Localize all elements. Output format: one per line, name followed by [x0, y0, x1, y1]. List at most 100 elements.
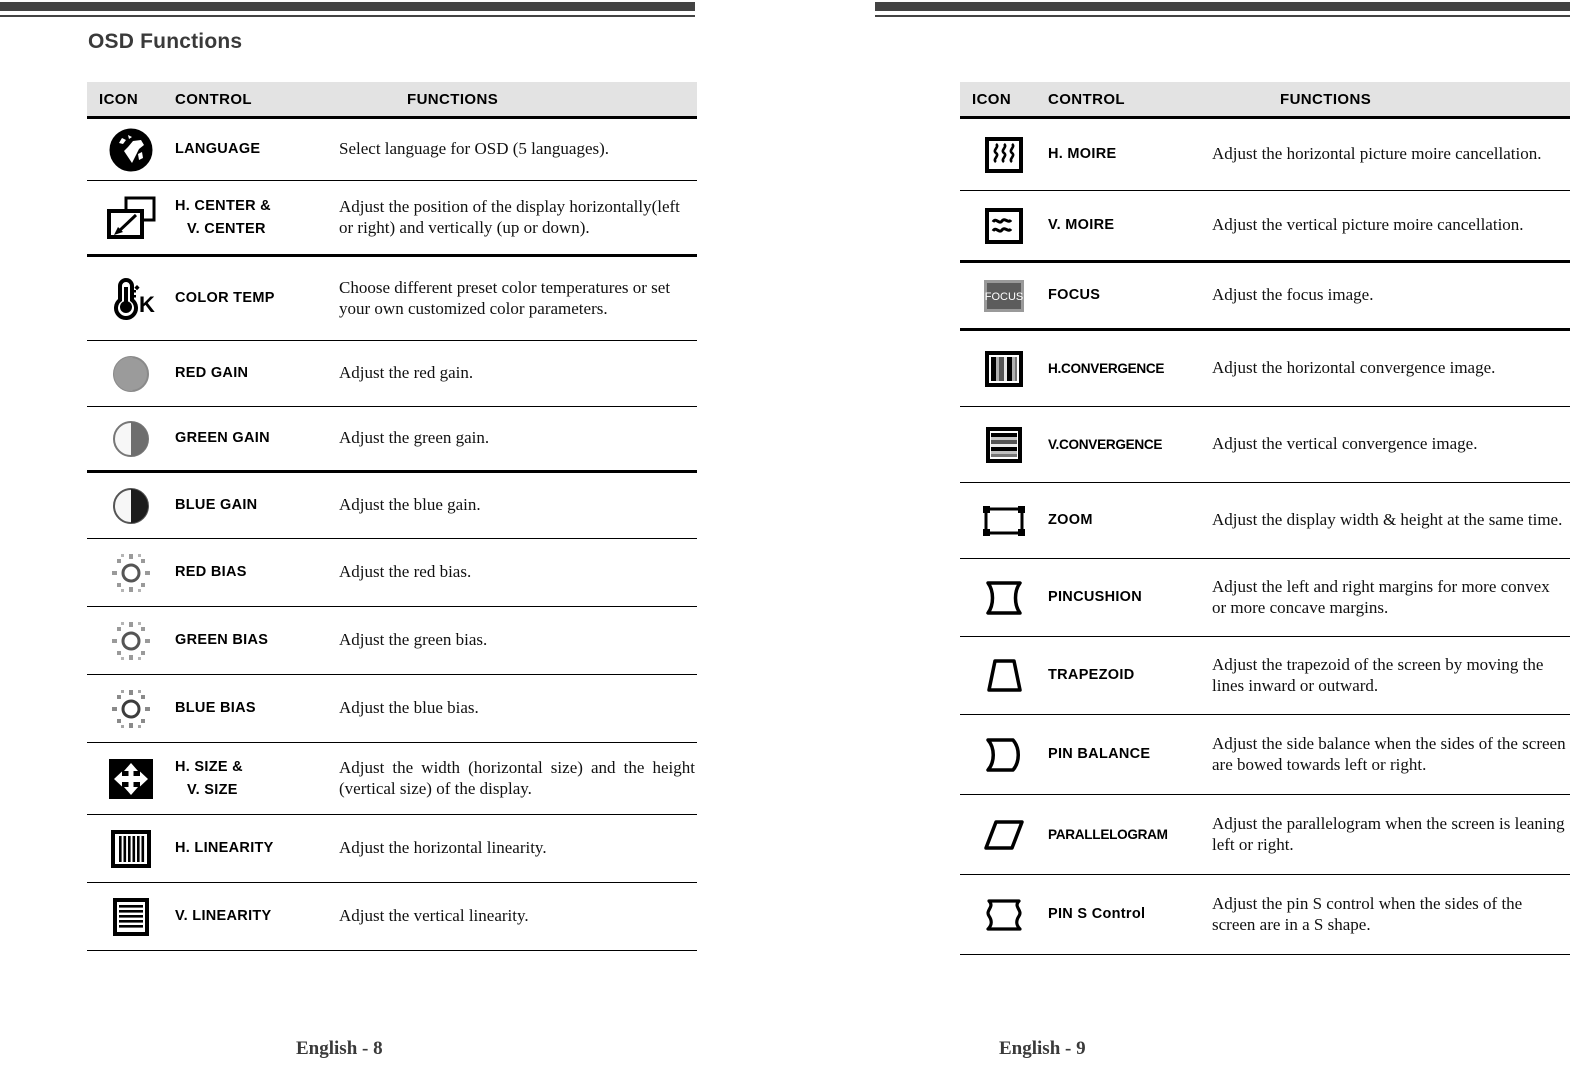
control-label-line1: H. LINEARITY	[175, 840, 274, 857]
control-label-line1: V. LINEARITY	[175, 908, 272, 925]
control-label: H. CENTER & V. CENTER	[175, 195, 335, 240]
control-label-line1: H. MOIRE	[1048, 146, 1117, 163]
function-description: Adjust the horizontal picture moire canc…	[1212, 144, 1542, 164]
control-label-line1: PIN S Control	[1048, 906, 1146, 923]
control-label-line1: H. SIZE &	[175, 759, 243, 776]
control-label: FOCUS	[1048, 284, 1208, 306]
table-row: FOCUS FOCUS Adjust the focus image.	[960, 263, 1570, 331]
page-top-rule-thin	[875, 15, 1570, 17]
page-top-rule-thick	[875, 2, 1570, 11]
control-label: GREEN GAIN	[175, 427, 335, 449]
table-row: H. SIZE & V. SIZE Adjust the width (hori…	[87, 743, 697, 815]
column-header-functions: FUNCTIONS	[1280, 90, 1372, 108]
control-label-line1: GREEN GAIN	[175, 430, 270, 447]
focus-box-icon: FOCUS	[960, 278, 1048, 314]
pin-s-control-icon	[960, 896, 1048, 934]
table-row: BLUE BIAS Adjust the blue bias.	[87, 675, 697, 743]
column-header-functions: FUNCTIONS	[407, 90, 499, 108]
control-label: PIN BALANCE	[1048, 743, 1208, 765]
control-label: PIN S Control	[1048, 903, 1208, 925]
control-label-line1: LANGUAGE	[175, 141, 261, 158]
function-description: Adjust the red bias.	[339, 562, 472, 582]
control-label: V.CONVERGENCE	[1048, 434, 1208, 455]
control-label: H. SIZE & V. SIZE	[175, 756, 335, 801]
table-row: PIN S Control Adjust the pin S control w…	[960, 875, 1570, 955]
table-row: RED GAIN Adjust the red gain.	[87, 341, 697, 407]
control-label-line1: TRAPEZOID	[1048, 667, 1135, 684]
zoom-rect-icon	[960, 503, 1048, 539]
function-description: Adjust the blue bias.	[339, 698, 479, 718]
control-label-line1: ZOOM	[1048, 512, 1093, 529]
control-label: PARALLELOGRAM	[1048, 824, 1208, 845]
control-label-line2: V. SIZE	[187, 781, 238, 798]
column-header-control: CONTROL	[175, 90, 252, 108]
control-label: RED BIAS	[175, 561, 335, 583]
control-label-line1: RED GAIN	[175, 365, 249, 382]
control-label-line1: PIN BALANCE	[1048, 746, 1151, 763]
parallelogram-icon	[960, 817, 1048, 853]
page-footer: English - 8	[296, 1038, 383, 1059]
horizontal-bars-icon	[87, 896, 175, 938]
column-header-control: CONTROL	[1048, 90, 1125, 108]
control-label-line2: V. CENTER	[187, 220, 266, 237]
control-label: RED GAIN	[175, 362, 335, 384]
function-description: Adjust the parallelogram when the screen…	[1212, 813, 1565, 854]
control-label: ZOOM	[1048, 509, 1208, 531]
svg-text:K: K	[139, 292, 155, 317]
table-row: V. LINEARITY Adjust the vertical lineari…	[87, 883, 697, 951]
osd-functions-table-left: ICON CONTROL FUNCTIONS LANGUAGE Select l…	[87, 82, 697, 951]
page-english-9: ICON CONTROL FUNCTIONS H. MOIRE Adjust t…	[785, 0, 1570, 1070]
brightness-sun-icon	[87, 619, 175, 663]
position-arrow-icon	[87, 194, 175, 242]
function-description: Adjust the green bias.	[339, 630, 488, 650]
page-top-rule-thick	[0, 2, 695, 11]
control-label-line1: COLOR TEMP	[175, 290, 275, 307]
half-circle-dark-icon	[87, 486, 175, 526]
control-label-line1: BLUE GAIN	[175, 497, 258, 514]
four-arrows-icon	[87, 757, 175, 801]
table-row: RED BIAS Adjust the red bias.	[87, 539, 697, 607]
function-description: Adjust the trapezoid of the screen by mo…	[1212, 654, 1544, 695]
table-row: LANGUAGE Select language for OSD (5 lang…	[87, 119, 697, 181]
control-label: V. LINEARITY	[175, 905, 335, 927]
brightness-sun-icon	[87, 687, 175, 731]
half-circle-light-icon	[87, 354, 175, 394]
control-label-line1: H. CENTER &	[175, 198, 271, 215]
control-label-line1: V. MOIRE	[1048, 217, 1115, 234]
thermometer-kelvin-icon: K	[87, 276, 175, 322]
function-description: Adjust the position of the display horiz…	[339, 196, 680, 237]
control-label: H. MOIRE	[1048, 143, 1208, 165]
function-description: Adjust the vertical linearity.	[339, 906, 529, 926]
function-description: Adjust the red gain.	[339, 363, 474, 383]
h-convergence-icon	[960, 349, 1048, 389]
table-row: PIN BALANCE Adjust the side balance when…	[960, 715, 1570, 795]
table-header-row: ICON CONTROL FUNCTIONS	[960, 82, 1570, 119]
trapezoid-icon	[960, 657, 1048, 695]
function-description: Select language for OSD (5 languages).	[339, 139, 610, 159]
page-english-8: OSD Functions ICON CONTROL FUNCTIONS LAN…	[0, 0, 785, 1070]
control-label: H.CONVERGENCE	[1048, 358, 1208, 379]
control-label-line1: H.CONVERGENCE	[1048, 360, 1165, 376]
table-row: GREEN GAIN Adjust the green gain.	[87, 407, 697, 473]
control-label-line1: V.CONVERGENCE	[1048, 436, 1163, 452]
control-label-line1: FOCUS	[1048, 287, 1101, 304]
table-row: H. CENTER & V. CENTER Adjust the positio…	[87, 181, 697, 257]
pincushion-icon	[960, 579, 1048, 617]
table-row: PINCUSHION Adjust the left and right mar…	[960, 559, 1570, 637]
function-description: Adjust the focus image.	[1212, 285, 1374, 305]
function-description: Adjust the vertical picture moire cancel…	[1212, 215, 1524, 235]
table-row: TRAPEZOID Adjust the trapezoid of the sc…	[960, 637, 1570, 715]
table-row: PARALLELOGRAM Adjust the parallelogram w…	[960, 795, 1570, 875]
column-header-icon: ICON	[99, 90, 139, 108]
function-description: Adjust the display width & height at the…	[1212, 510, 1563, 530]
control-label-line1: PARALLELOGRAM	[1048, 826, 1168, 842]
control-label: GREEN BIAS	[175, 629, 335, 651]
document-spread: OSD Functions ICON CONTROL FUNCTIONS LAN…	[0, 0, 1570, 1070]
brightness-sun-icon	[87, 551, 175, 595]
function-description: Adjust the horizontal convergence image.	[1212, 358, 1496, 378]
control-label: BLUE GAIN	[175, 494, 335, 516]
focus-icon-label: FOCUS	[985, 291, 1024, 303]
function-description: Adjust the blue gain.	[339, 495, 481, 515]
function-description: Choose different preset color temperatur…	[339, 277, 671, 318]
vertical-bars-icon	[87, 828, 175, 870]
